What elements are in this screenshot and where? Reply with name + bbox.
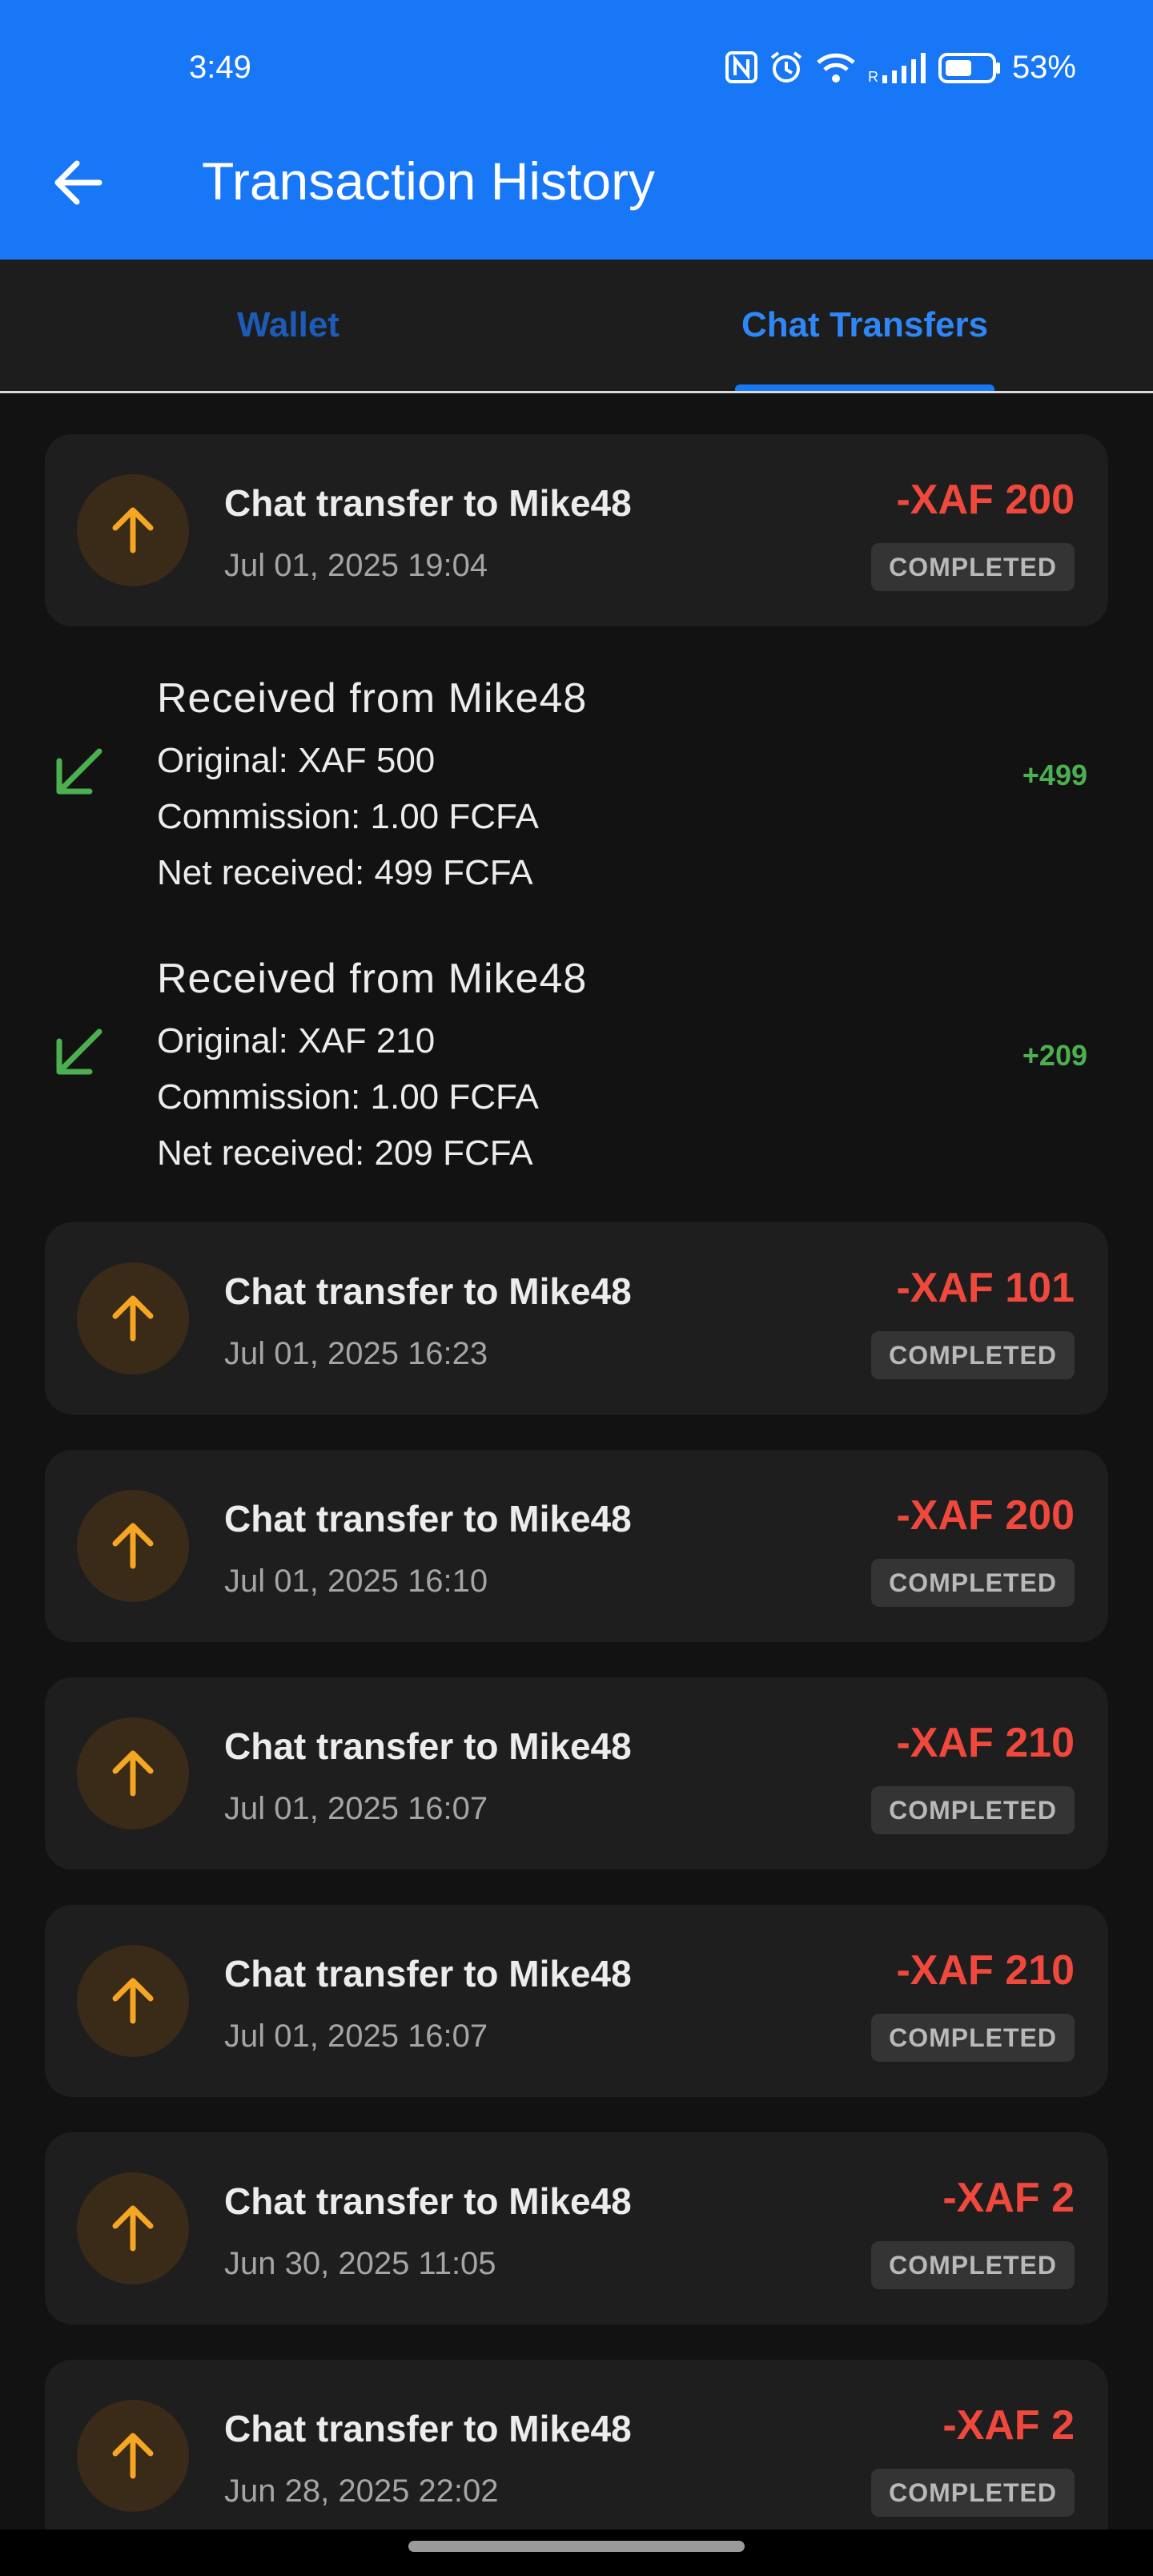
transaction-card[interactable]: Chat transfer to Mike48 Jun 28, 2025 22:… <box>45 2360 1108 2552</box>
battery-icon <box>938 53 1000 83</box>
status-badge: COMPLETED <box>871 2469 1075 2517</box>
transaction-amount: -XAF 210 <box>896 1947 1075 1994</box>
outgoing-icon-circle <box>77 1945 189 2057</box>
arrow-up-icon <box>112 507 154 553</box>
app-bar: 3:49 R 53% Transaction History <box>0 0 1153 260</box>
arrow-down-left-icon <box>56 748 102 795</box>
status-time: 3:49 <box>189 50 251 85</box>
received-commission: Commission: 1.00 FCFA <box>157 1077 539 1117</box>
arrow-up-icon <box>112 1750 154 1797</box>
transaction-card[interactable]: Chat transfer to Mike48 Jul 01, 2025 16:… <box>45 1905 1108 2097</box>
tab-divider <box>0 391 1153 393</box>
status-badge: COMPLETED <box>871 543 1075 591</box>
received-title: Received from Mike48 <box>157 956 588 1002</box>
transaction-title: Chat transfer to Mike48 <box>224 1498 632 1540</box>
received-amount: +209 <box>1022 1039 1087 1072</box>
transaction-amount: -XAF 101 <box>896 1265 1075 1311</box>
transaction-card[interactable]: Chat transfer to Mike48 Jul 01, 2025 16:… <box>45 1677 1108 1870</box>
transaction-date: Jul 01, 2025 16:07 <box>224 1791 488 1826</box>
status-badge: COMPLETED <box>871 1559 1075 1607</box>
nfc-icon <box>725 51 757 83</box>
transaction-date: Jul 01, 2025 16:10 <box>224 1564 488 1599</box>
transaction-title: Chat transfer to Mike48 <box>224 2180 632 2222</box>
outgoing-icon-circle <box>77 474 189 586</box>
received-net: Net received: 209 FCFA <box>157 1133 533 1173</box>
svg-text:R: R <box>868 69 878 85</box>
transaction-date: Jun 28, 2025 22:02 <box>224 2473 499 2509</box>
navigation-bar <box>0 2530 1153 2576</box>
tab-bar: Wallet Chat Transfers <box>0 260 1153 392</box>
wifi-icon <box>817 53 855 83</box>
arrow-up-icon <box>112 2433 154 2479</box>
tab-chat-transfers[interactable]: Chat Transfers <box>576 260 1153 391</box>
outgoing-icon-circle <box>77 1262 189 1375</box>
received-original: Original: XAF 210 <box>157 1021 436 1061</box>
transaction-title: Chat transfer to Mike48 <box>224 1725 632 1767</box>
received-original: Original: XAF 500 <box>157 741 436 780</box>
status-badge: COMPLETED <box>871 2241 1075 2289</box>
received-amount: +499 <box>1022 759 1087 791</box>
arrow-left-icon <box>54 160 102 205</box>
received-item[interactable]: Received from Mike48 Original: XAF 210 C… <box>0 944 1153 1200</box>
battery-percent: 53% <box>1011 49 1076 85</box>
back-button[interactable] <box>46 151 110 215</box>
status-icons: R 53% <box>725 43 1076 91</box>
outgoing-icon-circle <box>77 1717 189 1829</box>
transaction-card[interactable]: Chat transfer to Mike48 Jul 01, 2025 19:… <box>45 434 1108 626</box>
transaction-title: Chat transfer to Mike48 <box>224 482 632 524</box>
signal-icon: R <box>868 53 926 85</box>
arrow-up-icon <box>112 2205 154 2252</box>
arrow-up-icon <box>112 1978 154 2024</box>
transaction-amount: -XAF 200 <box>896 1492 1075 1539</box>
transaction-title: Chat transfer to Mike48 <box>224 2408 632 2449</box>
arrow-down-left-icon <box>56 1028 102 1075</box>
transaction-card[interactable]: Chat transfer to Mike48 Jul 01, 2025 16:… <box>45 1222 1108 1415</box>
transaction-date: Jun 30, 2025 11:05 <box>224 2246 496 2281</box>
received-net: Net received: 499 FCFA <box>157 853 533 892</box>
status-badge: COMPLETED <box>871 1331 1075 1379</box>
tab-wallet[interactable]: Wallet <box>0 260 576 391</box>
arrow-up-icon <box>112 1523 154 1569</box>
status-badge: COMPLETED <box>871 1786 1075 1834</box>
arrow-up-icon <box>112 1295 154 1342</box>
page-title: Transaction History <box>202 151 656 211</box>
alarm-icon <box>770 51 802 83</box>
transaction-date: Jul 01, 2025 16:07 <box>224 2019 488 2054</box>
transaction-amount: -XAF 200 <box>896 477 1075 523</box>
transaction-amount: -XAF 210 <box>896 1720 1075 1766</box>
transaction-title: Chat transfer to Mike48 <box>224 1270 632 1312</box>
received-item[interactable]: Received from Mike48 Original: XAF 500 C… <box>0 663 1153 920</box>
outgoing-icon-circle <box>77 1490 189 1602</box>
gesture-handle[interactable] <box>408 2541 745 2552</box>
transaction-card[interactable]: Chat transfer to Mike48 Jul 01, 2025 16:… <box>45 1450 1108 1642</box>
status-badge: COMPLETED <box>871 2014 1075 2062</box>
outgoing-icon-circle <box>77 2400 189 2512</box>
transaction-amount: -XAF 2 <box>942 2402 1075 2449</box>
transaction-card[interactable]: Chat transfer to Mike48 Jun 30, 2025 11:… <box>45 2132 1108 2324</box>
transaction-date: Jul 01, 2025 19:04 <box>224 548 488 583</box>
received-commission: Commission: 1.00 FCFA <box>157 797 539 836</box>
received-title: Received from Mike48 <box>157 675 588 722</box>
transaction-date: Jul 01, 2025 16:23 <box>224 1336 488 1371</box>
transaction-amount: -XAF 2 <box>942 2175 1075 2221</box>
transaction-title: Chat transfer to Mike48 <box>224 1953 632 1994</box>
outgoing-icon-circle <box>77 2172 189 2284</box>
